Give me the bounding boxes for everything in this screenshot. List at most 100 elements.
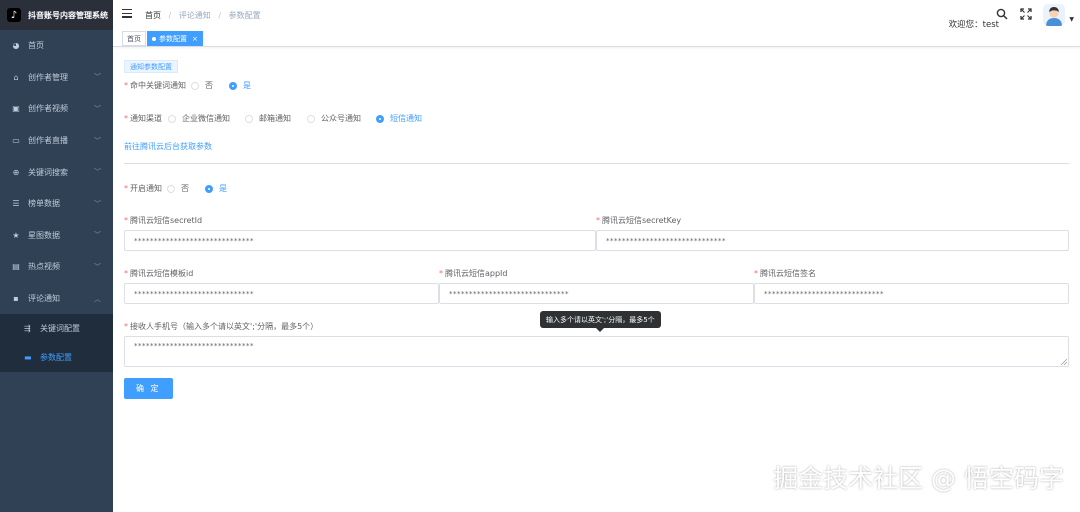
sidebar-item-7[interactable]: ▤ 热点视频 ﹀ bbox=[0, 251, 113, 283]
breadcrumb-home[interactable]: 首页 bbox=[145, 11, 161, 20]
secret-id-input[interactable]: ****************************** bbox=[124, 230, 596, 251]
keyword-config-icon: ⇶ bbox=[24, 324, 31, 334]
sidebar-menu: ◕ 首页 ⌂ 创作者管理 ﹀ ▣ 创作者视频 ﹀ ▭ 创作者直播 ﹀ ⊕ 关键词搜索 ﹀ ☰ 榜单数据 ﹀ ★ 星图… bbox=[0, 30, 113, 373]
sidebar-item-1[interactable]: ⌂ 创作者管理 ﹀ bbox=[0, 62, 113, 94]
channel-official-account-radio[interactable]: 公众号通知 bbox=[307, 113, 361, 124]
chevron-down-icon: ﹀ bbox=[94, 262, 101, 271]
phones-label: * 接收人手机号（输入多个请以英文';'分隔，最多5个） bbox=[124, 322, 319, 331]
radio-circle-icon bbox=[191, 81, 199, 90]
hot-video-icon: ▤ bbox=[12, 262, 20, 272]
sidebar-item-2[interactable]: ▣ 创作者视频 ﹀ bbox=[0, 93, 113, 125]
enable-notify-no-radio[interactable]: 否 bbox=[167, 183, 189, 194]
chevron-down-icon: ﹀ bbox=[94, 104, 101, 113]
app-id-label: * 腾讯云短信appId bbox=[439, 269, 508, 278]
star-icon: ★ bbox=[12, 230, 20, 240]
sidebar-item-label: 创作者视频 bbox=[28, 104, 68, 114]
submit-button[interactable]: 确 定 bbox=[124, 378, 173, 399]
breadcrumb-current: 参数配置 bbox=[228, 11, 261, 20]
user-dropdown-caret-icon[interactable]: ▼ bbox=[1069, 16, 1074, 23]
fullscreen-icon[interactable] bbox=[1020, 8, 1032, 20]
enable-notify-label: * 开启通知 bbox=[124, 184, 162, 193]
secret-id-label: * 腾讯云短信secretId bbox=[124, 216, 203, 225]
radio-circle-icon bbox=[167, 184, 175, 193]
radio-circle-icon bbox=[245, 114, 253, 123]
template-id-label: * 腾讯云短信模板id bbox=[124, 269, 194, 278]
radio-circle-icon bbox=[307, 114, 315, 123]
sidebar-item-label: 榜单数据 bbox=[28, 199, 60, 209]
sidebar-item-label: 创作者管理 bbox=[28, 72, 68, 82]
tencent-cloud-link[interactable]: 前往腾讯云后台获取参数 bbox=[124, 141, 212, 152]
tag-close-icon[interactable]: × bbox=[192, 35, 198, 43]
sign-name-input[interactable]: ****************************** bbox=[754, 283, 1069, 304]
secret-key-label: * 腾讯云短信secretKey bbox=[596, 216, 682, 225]
chevron-down-icon: ﹀ bbox=[94, 168, 101, 177]
tag-param-config[interactable]: 参数配置 × bbox=[147, 31, 203, 46]
breadcrumb: 首页 / 评论通知 / 参数配置 bbox=[145, 10, 261, 21]
logo-area[interactable]: ♪ 抖音账号内容管理系统 bbox=[0, 0, 113, 30]
radio-checked-icon bbox=[229, 81, 237, 90]
main-content: 通知参数配置 * 命中关键词通知 否 是 * 通知渠道 企业微信通知 邮箱通知 公众… bbox=[113, 47, 1080, 512]
breadcrumb-separator: / bbox=[168, 11, 172, 20]
phones-textarea[interactable]: ****************************** bbox=[124, 336, 1069, 367]
sidebar-item-label: 创作者直播 bbox=[28, 136, 68, 146]
chevron-down-icon: ﹀ bbox=[94, 199, 101, 208]
chevron-down-icon: ﹀ bbox=[94, 136, 101, 145]
sidebar-item-0[interactable]: ◕ 首页 bbox=[0, 30, 113, 62]
sidebar-item-8[interactable]: ▪ 评论通知 ︿ bbox=[0, 283, 113, 315]
sidebar-subitem-1[interactable]: ▬ 参数配置 bbox=[0, 343, 113, 372]
breadcrumb-separator: / bbox=[218, 11, 222, 20]
watermark: 掘金技术社区 @ 悟空码字 bbox=[773, 464, 1064, 493]
channel-email-radio[interactable]: 邮箱通知 bbox=[245, 113, 291, 124]
keyword-notify-yes-radio[interactable]: 是 bbox=[229, 80, 251, 91]
comment-icon: ▪ bbox=[13, 294, 19, 304]
list-icon: ☰ bbox=[12, 199, 20, 209]
sidebar-item-4[interactable]: ⊕ 关键词搜索 ﹀ bbox=[0, 156, 113, 188]
tags-view: 首页 参数配置 × bbox=[113, 30, 1080, 47]
search-icon[interactable] bbox=[996, 8, 1008, 20]
secret-key-input[interactable]: ****************************** bbox=[596, 230, 1069, 251]
user-avatar[interactable] bbox=[1043, 4, 1065, 26]
template-id-input[interactable]: ****************************** bbox=[124, 283, 439, 304]
tag-home[interactable]: 首页 bbox=[122, 31, 146, 46]
sidebar-item-label: 关键词搜索 bbox=[28, 167, 68, 177]
top-navbar: 首页 / 评论通知 / 参数配置 欢迎您：test ▼ bbox=[113, 0, 1080, 30]
sidebar-item-3[interactable]: ▭ 创作者直播 ﹀ bbox=[0, 125, 113, 157]
sidebar-item-5[interactable]: ☰ 榜单数据 ﹀ bbox=[0, 188, 113, 220]
welcome-text: 欢迎您：test bbox=[948, 20, 999, 30]
divider bbox=[124, 163, 1069, 164]
channel-sms-radio[interactable]: 短信通知 bbox=[376, 113, 422, 124]
sign-name-label: * 腾讯云短信签名 bbox=[754, 269, 816, 278]
app-id-input[interactable]: ****************************** bbox=[439, 283, 754, 304]
creator-icon: ⌂ bbox=[13, 72, 19, 82]
sidebar-submenu: ⇶ 关键词配置 ▬ 参数配置 bbox=[0, 314, 113, 373]
chevron-down-icon: ﹀ bbox=[94, 231, 101, 240]
tiktok-logo-icon: ♪ bbox=[7, 8, 21, 22]
enable-notify-yes-radio[interactable]: 是 bbox=[205, 183, 227, 194]
search-icon: ⊕ bbox=[12, 167, 20, 177]
chevron-up-icon: ︿ bbox=[94, 294, 101, 303]
sidebar-item-label: 星图数据 bbox=[28, 230, 60, 240]
hamburger-icon[interactable] bbox=[122, 9, 132, 19]
radio-checked-icon bbox=[205, 184, 213, 193]
sidebar-item-label: 首页 bbox=[28, 41, 44, 51]
resize-handle-icon[interactable] bbox=[1061, 359, 1067, 365]
radio-circle-icon bbox=[168, 114, 176, 123]
sidebar-item-label: 热点视频 bbox=[28, 262, 60, 272]
tag-home-label: 首页 bbox=[127, 34, 141, 43]
keyword-notify-label: * 命中关键词通知 bbox=[124, 81, 186, 90]
radio-checked-icon bbox=[376, 114, 384, 123]
sidebar: ♪ 抖音账号内容管理系统 ◕ 首页 ⌂ 创作者管理 ﹀ ▣ 创作者视频 ﹀ ▭ 创作者直播 ﹀ ⊕ 关键… bbox=[0, 0, 113, 512]
param-config-icon: ▬ bbox=[24, 353, 32, 363]
phones-tooltip: 输入多个请以英文';'分隔，最多5个 bbox=[540, 311, 661, 332]
active-dot-icon bbox=[152, 36, 156, 41]
channel-wecom-radio[interactable]: 企业微信通知 bbox=[168, 113, 230, 124]
dashboard-icon: ◕ bbox=[12, 41, 20, 51]
sidebar-subitem-label: 关键词配置 bbox=[40, 324, 80, 334]
sidebar-subitem-label: 参数配置 bbox=[40, 353, 72, 363]
sidebar-subitem-0[interactable]: ⇶ 关键词配置 bbox=[0, 314, 113, 343]
keyword-notify-no-radio[interactable]: 否 bbox=[191, 80, 213, 91]
sidebar-item-6[interactable]: ★ 星图数据 ﹀ bbox=[0, 220, 113, 252]
live-icon: ▭ bbox=[12, 136, 20, 146]
channel-label: * 通知渠道 bbox=[124, 114, 162, 123]
phones-value: ****************************** bbox=[134, 342, 254, 350]
